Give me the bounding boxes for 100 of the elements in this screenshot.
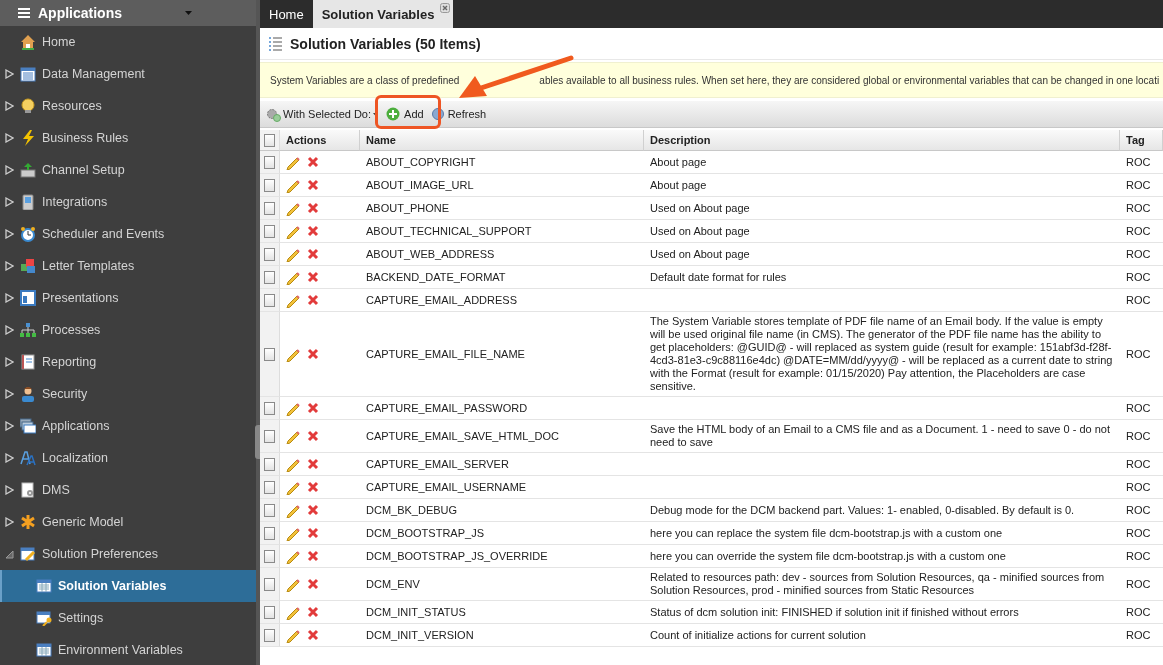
expander-icon[interactable]	[5, 325, 14, 335]
nav-item[interactable]: Home	[0, 26, 256, 58]
pencil-icon[interactable]	[285, 292, 301, 308]
tab[interactable]: Solution Variables	[312, 0, 454, 28]
column-header[interactable]: Description	[644, 130, 1120, 151]
checkbox[interactable]	[264, 605, 275, 619]
pencil-icon[interactable]	[285, 223, 301, 239]
delete-icon[interactable]	[307, 348, 319, 360]
expander-icon[interactable]	[5, 229, 14, 239]
pencil-icon[interactable]	[285, 525, 301, 541]
nav-item[interactable]: Integrations	[0, 186, 256, 218]
nav-item[interactable]: Environment Variables	[0, 634, 256, 665]
delete-icon[interactable]	[307, 225, 319, 237]
collapse-handle[interactable]	[255, 425, 260, 459]
pencil-icon[interactable]	[285, 576, 301, 592]
nav-item[interactable]: Localization	[0, 442, 256, 474]
delete-icon[interactable]	[307, 271, 319, 283]
checkbox[interactable]	[264, 293, 275, 307]
checkbox[interactable]	[264, 401, 275, 415]
expander-icon[interactable]	[5, 69, 14, 79]
checkbox[interactable]	[264, 429, 275, 443]
pencil-icon[interactable]	[285, 200, 301, 216]
expander-icon[interactable]	[5, 421, 14, 431]
nav-item[interactable]: Security	[0, 378, 256, 410]
nav-item[interactable]: Processes	[0, 314, 256, 346]
delete-icon[interactable]	[307, 248, 319, 260]
pencil-icon[interactable]	[285, 627, 301, 643]
pencil-icon[interactable]	[285, 428, 301, 444]
checkbox[interactable]	[264, 526, 275, 540]
checkbox[interactable]	[264, 178, 275, 192]
pencil-icon[interactable]	[285, 400, 301, 416]
refresh-button[interactable]: Refresh	[431, 107, 487, 121]
pencil-icon[interactable]	[285, 246, 301, 262]
pencil-icon[interactable]	[285, 456, 301, 472]
nav-item[interactable]: Solution Variables	[0, 570, 256, 602]
delete-icon[interactable]	[307, 179, 319, 191]
checkbox[interactable]	[264, 628, 275, 642]
caret-icon[interactable]	[185, 11, 192, 15]
delete-icon[interactable]	[307, 458, 319, 470]
expander-icon[interactable]	[5, 549, 14, 559]
pencil-icon[interactable]	[285, 346, 301, 362]
nav-item[interactable]: Applications	[0, 410, 256, 442]
delete-icon[interactable]	[307, 606, 319, 618]
checkbox[interactable]	[264, 270, 275, 284]
delete-icon[interactable]	[307, 156, 319, 168]
nav-item[interactable]: Generic Model	[0, 506, 256, 538]
pencil-icon[interactable]	[285, 502, 301, 518]
menu-icon[interactable]	[17, 6, 31, 20]
nav-item[interactable]: Solution Preferences	[0, 538, 256, 570]
delete-icon[interactable]	[307, 578, 319, 590]
delete-icon[interactable]	[307, 402, 319, 414]
checkbox[interactable]	[264, 549, 275, 563]
column-header[interactable]: Tag	[1120, 130, 1163, 151]
expander-icon[interactable]	[5, 101, 14, 111]
pencil-icon[interactable]	[285, 154, 301, 170]
checkbox[interactable]	[264, 201, 275, 215]
nav-item[interactable]: Channel Setup	[0, 154, 256, 186]
delete-icon[interactable]	[307, 430, 319, 442]
nav-item[interactable]: Scheduler and Events	[0, 218, 256, 250]
delete-icon[interactable]	[307, 504, 319, 516]
nav-item[interactable]: Reporting	[0, 346, 256, 378]
pencil-icon[interactable]	[285, 269, 301, 285]
nav-item[interactable]: Data Management	[0, 58, 256, 90]
nav-item[interactable]: Presentations	[0, 282, 256, 314]
nav-item[interactable]: Business Rules	[0, 122, 256, 154]
expander-icon[interactable]	[5, 517, 14, 527]
expander-icon[interactable]	[5, 389, 14, 399]
delete-icon[interactable]	[307, 527, 319, 539]
nav-item[interactable]: Resources	[0, 90, 256, 122]
checkbox[interactable]	[264, 577, 275, 591]
add-button[interactable]: Add	[386, 107, 424, 121]
nav-item[interactable]: Letter Templates	[0, 250, 256, 282]
checkbox[interactable]	[264, 155, 275, 169]
expander-icon[interactable]	[5, 261, 14, 271]
delete-icon[interactable]	[307, 481, 319, 493]
checkbox[interactable]	[264, 347, 275, 361]
checkbox[interactable]	[264, 457, 275, 471]
checkbox[interactable]	[264, 224, 275, 238]
delete-icon[interactable]	[307, 294, 319, 306]
checkbox[interactable]	[264, 247, 275, 261]
delete-icon[interactable]	[307, 550, 319, 562]
expander-icon[interactable]	[5, 485, 14, 495]
close-icon[interactable]	[440, 3, 451, 13]
expander-icon[interactable]	[5, 197, 14, 207]
nav-item[interactable]: DMS	[0, 474, 256, 506]
column-header[interactable]: Actions	[280, 130, 360, 151]
tab[interactable]: Home	[260, 0, 313, 28]
expander-icon[interactable]	[5, 165, 14, 175]
expander-icon[interactable]	[5, 453, 14, 463]
checkbox[interactable]	[264, 133, 275, 147]
bulk-action-dropdown[interactable]: With Selected Do:	[266, 106, 379, 122]
checkbox[interactable]	[264, 503, 275, 517]
checkbox[interactable]	[264, 480, 275, 494]
delete-icon[interactable]	[307, 629, 319, 641]
expander-icon[interactable]	[5, 133, 14, 143]
expander-icon[interactable]	[5, 293, 14, 303]
nav-item[interactable]: Settings	[0, 602, 256, 634]
delete-icon[interactable]	[307, 202, 319, 214]
pencil-icon[interactable]	[285, 479, 301, 495]
column-header[interactable]: Name	[360, 130, 644, 151]
